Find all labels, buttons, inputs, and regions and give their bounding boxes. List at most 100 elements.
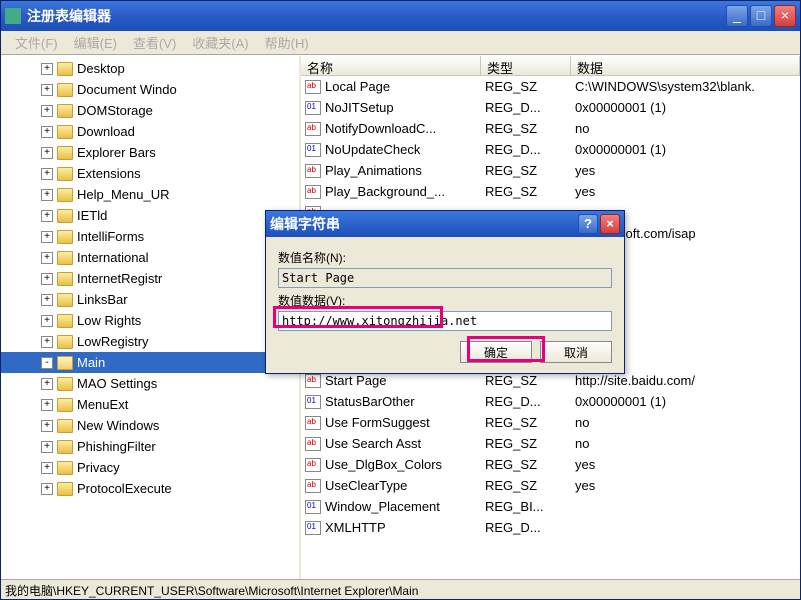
folder-icon — [57, 377, 73, 391]
expander-icon[interactable]: + — [41, 378, 53, 390]
list-row[interactable]: Local PageREG_SZC:\WINDOWS\system32\blan… — [301, 76, 800, 97]
list-row[interactable]: Play_Background_...REG_SZyes — [301, 181, 800, 202]
expander-icon[interactable]: + — [41, 399, 53, 411]
tree-item-internetregistr[interactable]: +InternetRegistr — [1, 268, 299, 289]
binary-value-icon — [305, 500, 321, 514]
expander-icon[interactable]: + — [41, 84, 53, 96]
col-header-name[interactable]: 名称 — [301, 56, 481, 75]
expander-icon[interactable]: + — [41, 231, 53, 243]
tree-item-extensions[interactable]: +Extensions — [1, 163, 299, 184]
value-name-field[interactable] — [278, 268, 612, 288]
list-row[interactable]: NoJITSetupREG_D...0x00000001 (1) — [301, 97, 800, 118]
tree-item-label: International — [77, 250, 149, 265]
tree-item-main[interactable]: -Main — [1, 352, 299, 373]
list-row[interactable]: Use Search AsstREG_SZno — [301, 433, 800, 454]
tree-panel[interactable]: +Desktop+Document Windo+DOMStorage+Downl… — [1, 56, 301, 579]
expander-icon[interactable]: + — [41, 189, 53, 201]
tree-item-linksbar[interactable]: +LinksBar — [1, 289, 299, 310]
value-data-field[interactable] — [278, 311, 612, 331]
menu-edit[interactable]: 编辑(E) — [66, 31, 125, 54]
tree-item-low-rights[interactable]: +Low Rights — [1, 310, 299, 331]
expander-icon[interactable]: - — [41, 357, 53, 369]
list-row[interactable]: UseClearTypeREG_SZyes — [301, 475, 800, 496]
tree-item-privacy[interactable]: +Privacy — [1, 457, 299, 478]
expander-icon[interactable]: + — [41, 105, 53, 117]
string-value-icon — [305, 80, 321, 94]
status-path: 我的电脑\HKEY_CURRENT_USER\Software\Microsof… — [5, 584, 418, 598]
tree-item-international[interactable]: + International — [1, 247, 299, 268]
maximize-button[interactable]: □ — [750, 5, 772, 27]
list-row[interactable]: XMLHTTPREG_D... — [301, 517, 800, 538]
tree-item-domstorage[interactable]: + DOMStorage — [1, 100, 299, 121]
expander-icon[interactable]: + — [41, 147, 53, 159]
tree-item-phishingfilter[interactable]: +PhishingFilter — [1, 436, 299, 457]
tree-item-label: New Windows — [77, 418, 159, 433]
list-row[interactable]: Use_DlgBox_ColorsREG_SZyes — [301, 454, 800, 475]
string-value-icon — [305, 374, 321, 388]
folder-icon — [57, 272, 73, 286]
folder-icon — [57, 440, 73, 454]
list-row[interactable]: NoUpdateCheckREG_D...0x00000001 (1) — [301, 139, 800, 160]
cell-data: http://site.baidu.com/ — [575, 373, 800, 388]
menu-help[interactable]: 帮助(H) — [257, 31, 317, 54]
list-row[interactable]: Window_PlacementREG_BI... — [301, 496, 800, 517]
tree-item-menuext[interactable]: +MenuExt — [1, 394, 299, 415]
dialog-help-button[interactable]: ? — [578, 214, 598, 234]
folder-icon — [57, 461, 73, 475]
expander-icon[interactable]: + — [41, 336, 53, 348]
tree-item-label: MAO Settings — [77, 376, 157, 391]
window-buttons: _ □ × — [726, 5, 796, 27]
cell-name: Local Page — [325, 79, 485, 94]
expander-icon[interactable]: + — [41, 315, 53, 327]
list-row[interactable]: NotifyDownloadC...REG_SZno — [301, 118, 800, 139]
tree-item-new-windows[interactable]: + New Windows — [1, 415, 299, 436]
dialog-button-row: 确定 取消 — [278, 341, 612, 363]
tree-item-explorer-bars[interactable]: +Explorer Bars — [1, 142, 299, 163]
window-title: 注册表编辑器 — [27, 6, 726, 26]
tree-item-protocolexecute[interactable]: +ProtocolExecute — [1, 478, 299, 499]
ok-button[interactable]: 确定 — [460, 341, 532, 363]
tree-item-download[interactable]: +Download — [1, 121, 299, 142]
close-button[interactable]: × — [774, 5, 796, 27]
expander-icon[interactable]: + — [41, 252, 53, 264]
dialog-body: 数值名称(N): 数值数据(V): 确定 取消 — [266, 237, 624, 373]
expander-icon[interactable]: + — [41, 63, 53, 75]
folder-icon — [57, 356, 73, 370]
string-value-icon — [305, 416, 321, 430]
col-header-data[interactable]: 数据 — [571, 56, 800, 75]
expander-icon[interactable]: + — [41, 210, 53, 222]
tree-item-intelliforms[interactable]: +IntelliForms — [1, 226, 299, 247]
tree-item-mao-settings[interactable]: + MAO Settings — [1, 373, 299, 394]
menu-favorites[interactable]: 收藏夹(A) — [184, 31, 256, 54]
expander-icon[interactable]: + — [41, 462, 53, 474]
list-row[interactable]: Play_AnimationsREG_SZyes — [301, 160, 800, 181]
menu-view[interactable]: 查看(V) — [125, 31, 184, 54]
value-name-label: 数值名称(N): — [278, 249, 612, 266]
tree-item-label: DOMStorage — [77, 103, 153, 118]
minimize-button[interactable]: _ — [726, 5, 748, 27]
col-header-type[interactable]: 类型 — [481, 56, 571, 75]
tree-item-document-windo[interactable]: +Document Windo — [1, 79, 299, 100]
cell-data: no — [575, 121, 800, 136]
expander-icon[interactable]: + — [41, 483, 53, 495]
tree-item-lowregistry[interactable]: +LowRegistry — [1, 331, 299, 352]
expander-icon[interactable]: + — [41, 273, 53, 285]
cell-name: StatusBarOther — [325, 394, 485, 409]
cell-type: REG_SZ — [485, 121, 575, 136]
expander-icon[interactable]: + — [41, 420, 53, 432]
list-row[interactable]: StatusBarOtherREG_D...0x00000001 (1) — [301, 391, 800, 412]
dialog-close-button[interactable]: × — [600, 214, 620, 234]
expander-icon[interactable]: + — [41, 126, 53, 138]
titlebar: 注册表编辑器 _ □ × — [1, 1, 800, 31]
expander-icon[interactable]: + — [41, 294, 53, 306]
tree-item-ietld[interactable]: +IETld — [1, 205, 299, 226]
menu-file[interactable]: 文件(F) — [7, 31, 66, 54]
tree-item-help-menu-ur[interactable]: +Help_Menu_UR — [1, 184, 299, 205]
list-row[interactable]: Use FormSuggestREG_SZno — [301, 412, 800, 433]
cancel-button[interactable]: 取消 — [540, 341, 612, 363]
cell-name: NoUpdateCheck — [325, 142, 485, 157]
expander-icon[interactable]: + — [41, 168, 53, 180]
cell-type: REG_D... — [485, 520, 575, 535]
expander-icon[interactable]: + — [41, 441, 53, 453]
tree-item-desktop[interactable]: +Desktop — [1, 58, 299, 79]
